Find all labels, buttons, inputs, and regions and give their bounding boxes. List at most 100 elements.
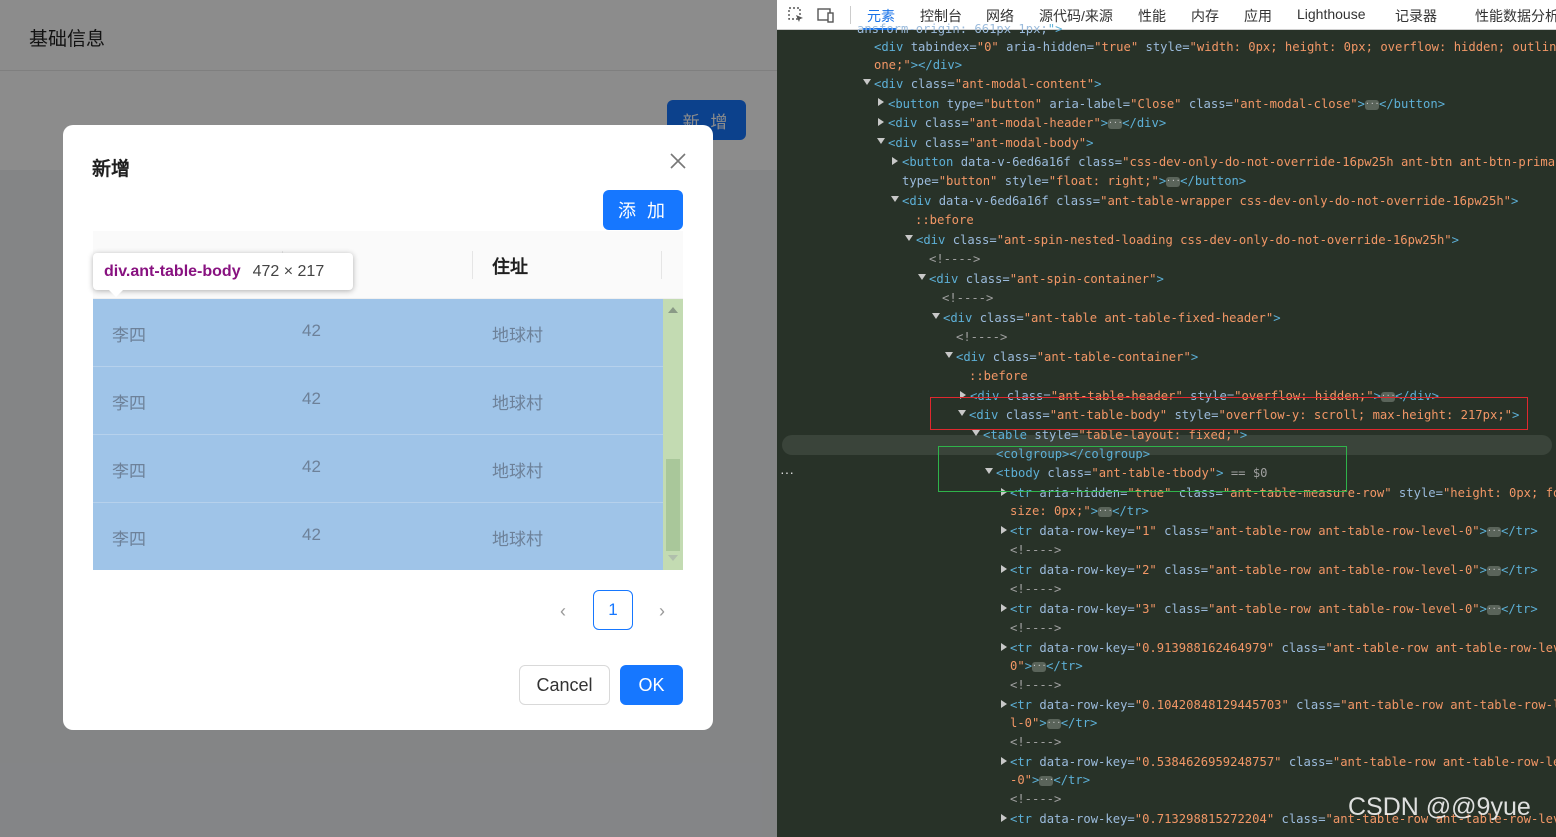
dom-line: <!---->	[1010, 735, 1062, 749]
dom-line[interactable]: l-0">···</tr>	[1010, 714, 1097, 733]
collapse-arrow-icon[interactable]	[1001, 643, 1007, 651]
dom-line[interactable]: <div class="ant-spin-container">	[929, 270, 1164, 289]
pagination-page-1[interactable]: 1	[593, 590, 633, 630]
collapse-arrow-icon[interactable]	[878, 98, 884, 106]
dom-line[interactable]: <div class="ant-modal-content">	[874, 75, 1101, 94]
expand-arrow-icon[interactable]	[918, 274, 926, 280]
more-options-icon[interactable]: ···	[780, 464, 794, 480]
expand-arrow-icon[interactable]	[945, 352, 953, 358]
dom-line[interactable]: <div class="ant-table-container">	[956, 348, 1198, 367]
inspect-element-icon[interactable]	[787, 6, 805, 24]
table-row[interactable]: 李四 42 地球村	[93, 435, 663, 503]
cell-name: 李四	[112, 462, 146, 481]
dom-line: <!---->	[1010, 582, 1062, 596]
column-separator	[661, 251, 662, 279]
collapse-arrow-icon[interactable]	[1001, 604, 1007, 612]
tooltip-size: 472 × 217	[252, 262, 325, 280]
toolbar-separator	[850, 6, 851, 24]
cell-address: 地球村	[492, 462, 543, 481]
table-body[interactable]: 李四 42 地球村 李四 42 地球村 李四 42 地球村 李四 42 地球村	[93, 299, 683, 570]
cell-address: 地球村	[492, 530, 543, 549]
dom-line[interactable]: <div class="ant-modal-body">	[888, 134, 1093, 153]
dom-line[interactable]: <button type="button" aria-label="Close"…	[888, 95, 1445, 114]
table-rows: 李四 42 地球村 李四 42 地球村 李四 42 地球村 李四 42 地球村	[93, 299, 663, 570]
cell-age: 42	[302, 321, 321, 340]
dom-line: <!---->	[1010, 621, 1062, 635]
cell-name: 李四	[112, 326, 146, 345]
tab-performance[interactable]: 性能	[1138, 6, 1166, 26]
cell-address: 地球村	[492, 394, 543, 413]
modal-dialog: 新增 添 加 住址 李四 42 地球村 李四 42 地球村 李四 42 地球村 …	[63, 125, 713, 730]
dom-line: ansform-origin: 661px 1px;">	[857, 22, 1063, 36]
dom-line[interactable]: <tr data-row-key="1" class="ant-table-ro…	[1010, 522, 1538, 541]
scroll-up-arrow-icon[interactable]	[668, 307, 678, 313]
tab-lighthouse[interactable]: Lighthouse	[1297, 6, 1366, 22]
collapse-arrow-icon[interactable]	[1001, 700, 1007, 708]
dom-line[interactable]: <div class="ant-table ant-table-fixed-he…	[943, 309, 1281, 328]
expand-arrow-icon[interactable]	[877, 138, 885, 144]
dom-line[interactable]: <tr data-row-key="2" class="ant-table-ro…	[1010, 561, 1538, 580]
tab-recorder[interactable]: 记录器	[1395, 6, 1437, 26]
dom-line: <!---->	[956, 330, 1008, 344]
cell-name: 李四	[112, 394, 146, 413]
modal-title: 新增	[92, 159, 131, 180]
scrollbar-thumb[interactable]	[666, 459, 680, 551]
dom-line[interactable]: size: 0px;">···</tr>	[1010, 502, 1149, 521]
tooltip-arrow	[109, 290, 123, 297]
pagination-prev-icon[interactable]: ‹	[551, 599, 575, 623]
collapse-arrow-icon[interactable]	[878, 118, 884, 126]
cell-address: 地球村	[492, 326, 543, 345]
dom-tree[interactable]: ansform-origin: 661px 1px;"> <div tabind…	[777, 22, 1556, 837]
device-toolbar-icon[interactable]	[817, 6, 835, 24]
collapse-arrow-icon[interactable]	[1001, 565, 1007, 573]
scroll-down-arrow-icon[interactable]	[668, 555, 678, 561]
annotation-red-box	[930, 397, 1528, 430]
inspect-tooltip: div.ant-table-body 472 × 217	[93, 253, 353, 297]
ok-button[interactable]: OK	[620, 665, 683, 705]
table-row[interactable]: 李四 42 地球村	[93, 367, 663, 435]
expand-arrow-icon[interactable]	[891, 196, 899, 202]
dom-line: <!---->	[942, 291, 994, 305]
pagination-next-icon[interactable]: ›	[650, 599, 674, 623]
column-header-address: 住址	[492, 257, 528, 277]
dom-line[interactable]: 0">···</tr>	[1010, 657, 1083, 676]
dom-line[interactable]: <tr data-row-key="0.10420848129445703" c…	[1010, 696, 1556, 715]
cell-name: 李四	[112, 530, 146, 549]
dom-line[interactable]: type="button" style="float: right;">···<…	[902, 172, 1246, 191]
dom-line[interactable]: one;"></div>	[874, 56, 962, 75]
add-row-button[interactable]: 添 加	[603, 190, 683, 230]
app-area: 基础信息 新 增 新增 添 加 住址 李四 42 地球村 李四 42 地球村 李…	[0, 0, 777, 837]
dom-line[interactable]: <div tabindex="0" aria-hidden="true" sty…	[874, 38, 1556, 57]
dom-line[interactable]: <div class="ant-modal-header">···</div>	[888, 114, 1166, 133]
close-icon[interactable]	[664, 147, 692, 175]
dom-line[interactable]: <button data-v-6ed6a16f class="css-dev-o…	[902, 153, 1556, 172]
expand-arrow-icon[interactable]	[972, 430, 980, 436]
dom-line[interactable]: -0">···</tr>	[1010, 771, 1090, 790]
dom-line[interactable]: <tr data-row-key="0.5384626959248757" cl…	[1010, 753, 1556, 772]
tab-application[interactable]: 应用	[1244, 6, 1272, 26]
table-scrollbar[interactable]	[663, 299, 683, 570]
dom-line: <!---->	[1010, 543, 1062, 557]
collapse-arrow-icon[interactable]	[1001, 814, 1007, 822]
tooltip-selector: div.ant-table-body	[104, 262, 241, 280]
dom-line[interactable]: <tr data-row-key="3" class="ant-table-ro…	[1010, 600, 1538, 619]
table-row[interactable]: 李四 42 地球村	[93, 503, 663, 570]
cancel-button[interactable]: Cancel	[519, 665, 610, 705]
collapse-arrow-icon[interactable]	[1001, 757, 1007, 765]
table-row[interactable]: 李四 42 地球村	[93, 299, 663, 367]
expand-arrow-icon[interactable]	[932, 313, 940, 319]
dom-line: <!---->	[929, 252, 981, 266]
tab-memory[interactable]: 内存	[1191, 6, 1219, 26]
column-separator	[472, 251, 473, 279]
expand-arrow-icon[interactable]	[905, 235, 913, 241]
cell-age: 42	[302, 389, 321, 408]
collapse-arrow-icon[interactable]	[892, 157, 898, 165]
dom-line[interactable]: <div data-v-6ed6a16f class="ant-table-wr…	[902, 192, 1518, 211]
tab-performance-insights[interactable]: 性能数据分析	[1475, 6, 1556, 26]
dom-line[interactable]: <div class="ant-spin-nested-loading css-…	[916, 231, 1459, 250]
dom-line[interactable]: <tr data-row-key="0.913988162464979" cla…	[1010, 639, 1556, 658]
collapse-arrow-icon[interactable]	[1001, 526, 1007, 534]
cell-age: 42	[302, 457, 321, 476]
expand-arrow-icon[interactable]	[863, 79, 871, 85]
watermark: CSDN @@9yue	[1348, 793, 1531, 821]
